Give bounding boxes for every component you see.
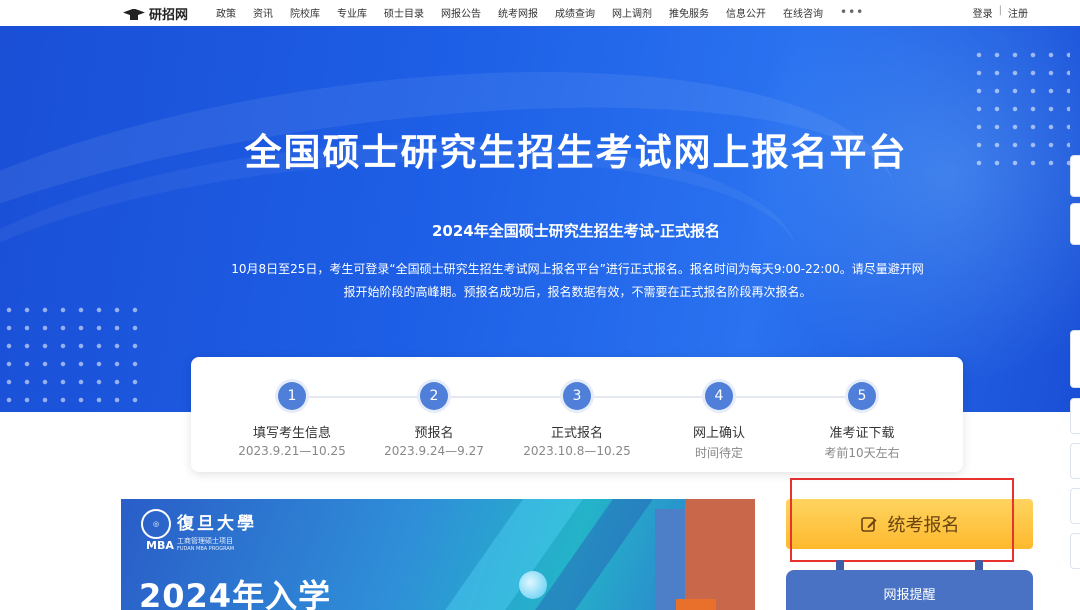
hero-banner: 全国硕士研究生招生考试网上报名平台 2024年全国硕士研究生招生考试-正式报名 …	[0, 26, 1080, 412]
step-number: 1	[278, 382, 306, 410]
side-tab[interactable]	[1070, 155, 1080, 197]
nav-item-announcements[interactable]: 网报公告	[441, 5, 481, 20]
nav-item-catalog[interactable]: 硕士目录	[384, 5, 424, 20]
step-number-badge: 2	[417, 379, 451, 413]
step-name: 填写考生信息	[252, 426, 331, 441]
step-2: 2 预报名 2023.9.24—9.27	[364, 379, 504, 458]
top-navigation: 研招网 政策 资讯 院校库 专业库 硕士目录 网报公告 统考网报 成绩查询 网上…	[0, 0, 1080, 26]
step-3: 3 正式报名 2023.10.8—10.25	[507, 379, 647, 458]
step-number: 2	[420, 382, 448, 410]
university-seal-icon: ◎	[141, 509, 171, 539]
nav-item-scores[interactable]: 成绩查询	[555, 5, 595, 20]
auth-links: 登录 | 注册	[973, 5, 1028, 20]
hero-description: 10月8日至25日，考生可登录“全国硕士研究生招生考试网上报名平台”进行正式报名…	[231, 262, 924, 299]
banner-block	[685, 499, 755, 610]
side-tab[interactable]	[1070, 203, 1080, 245]
nav-item-exam-signup[interactable]: 统考网报	[498, 5, 538, 20]
step-date: 2023.9.21—10.25	[238, 444, 346, 458]
step-date: 2023.9.24—9.27	[384, 444, 484, 458]
nav-item-policy[interactable]: 政策	[216, 5, 236, 20]
step-number: 5	[848, 382, 876, 410]
school-subtitle: 工商管理硕士项目	[177, 537, 233, 545]
step-1: 1 填写考生信息 2023.9.21—10.25	[222, 379, 362, 458]
step-number-badge: 4	[702, 379, 736, 413]
nav-item-info[interactable]: 信息公开	[726, 5, 766, 20]
step-number-badge: 3	[560, 379, 594, 413]
registration-steps: 1 填写考生信息 2023.9.21—10.25 2 预报名 2023.9.24…	[191, 357, 963, 472]
nav-item-majors[interactable]: 专业库	[337, 5, 367, 20]
school-subtitle-en: FUDAN MBA PROGRAM	[177, 546, 235, 552]
step-number-badge: 1	[275, 379, 309, 413]
school-name: 復旦大學	[177, 514, 257, 534]
page-title: 全国硕士研究生招生考试网上报名平台	[244, 131, 908, 174]
banner-headline: 2024年入学	[139, 577, 332, 610]
site-logo[interactable]: 研招网	[123, 4, 188, 23]
logo-text: 研招网	[149, 8, 189, 23]
step-name: 预报名	[414, 426, 454, 441]
banner-block	[655, 509, 685, 610]
step-number: 4	[705, 382, 733, 410]
step-name: 正式报名	[550, 426, 603, 441]
page-subtitle: 2024年全国硕士研究生招生考试-正式报名	[432, 222, 720, 240]
nav-item-adjustment[interactable]: 网上调剂	[612, 5, 652, 20]
nav-item-schools[interactable]: 院校库	[290, 5, 320, 20]
signup-reminder-panel[interactable]: 网报提醒	[786, 570, 1033, 610]
step-date: 时间待定	[694, 446, 743, 460]
step-number-badge: 5	[845, 379, 879, 413]
graduation-cap-icon	[123, 7, 145, 21]
highlight-annotation	[790, 478, 1014, 562]
side-tab[interactable]	[1070, 533, 1080, 569]
side-tab[interactable]	[1070, 443, 1080, 479]
dot-pattern	[0, 301, 140, 412]
step-4: 4 网上确认 时间待定	[649, 379, 789, 461]
mba-tag: MBA	[146, 539, 174, 552]
banner-orb	[519, 571, 547, 599]
step-name: 准考证下载	[829, 426, 895, 441]
signup-reminder-label: 网报提醒	[883, 588, 936, 603]
step-5: 5 准考证下载 考前10天左右	[792, 379, 932, 461]
more-menu-icon[interactable]: •••	[840, 5, 864, 20]
login-link[interactable]: 登录	[973, 5, 993, 20]
side-tab[interactable]	[1070, 398, 1080, 434]
step-date: 考前10天左右	[824, 446, 900, 460]
step-number: 3	[563, 382, 591, 410]
side-tab[interactable]	[1070, 330, 1080, 388]
nav-menu: 政策 资讯 院校库 专业库 硕士目录 网报公告 统考网报 成绩查询 网上调剂 推…	[216, 5, 881, 20]
nav-item-consult[interactable]: 在线咨询	[783, 5, 823, 20]
auth-separator: |	[998, 5, 1002, 16]
ad-banner[interactable]: ◎ 復旦大學 工商管理硕士项目 FUDAN MBA PROGRAM MBA 20…	[121, 499, 755, 610]
register-link[interactable]: 注册	[1008, 5, 1028, 20]
nav-item-recommend[interactable]: 推免服务	[669, 5, 709, 20]
step-date: 2023.10.8—10.25	[523, 444, 631, 458]
step-name: 网上确认	[692, 426, 745, 441]
page: 研招网 政策 资讯 院校库 专业库 硕士目录 网报公告 统考网报 成绩查询 网上…	[0, 0, 1080, 610]
side-tab[interactable]	[1070, 488, 1080, 524]
nav-item-news[interactable]: 资讯	[253, 5, 273, 20]
banner-accent	[676, 599, 716, 610]
